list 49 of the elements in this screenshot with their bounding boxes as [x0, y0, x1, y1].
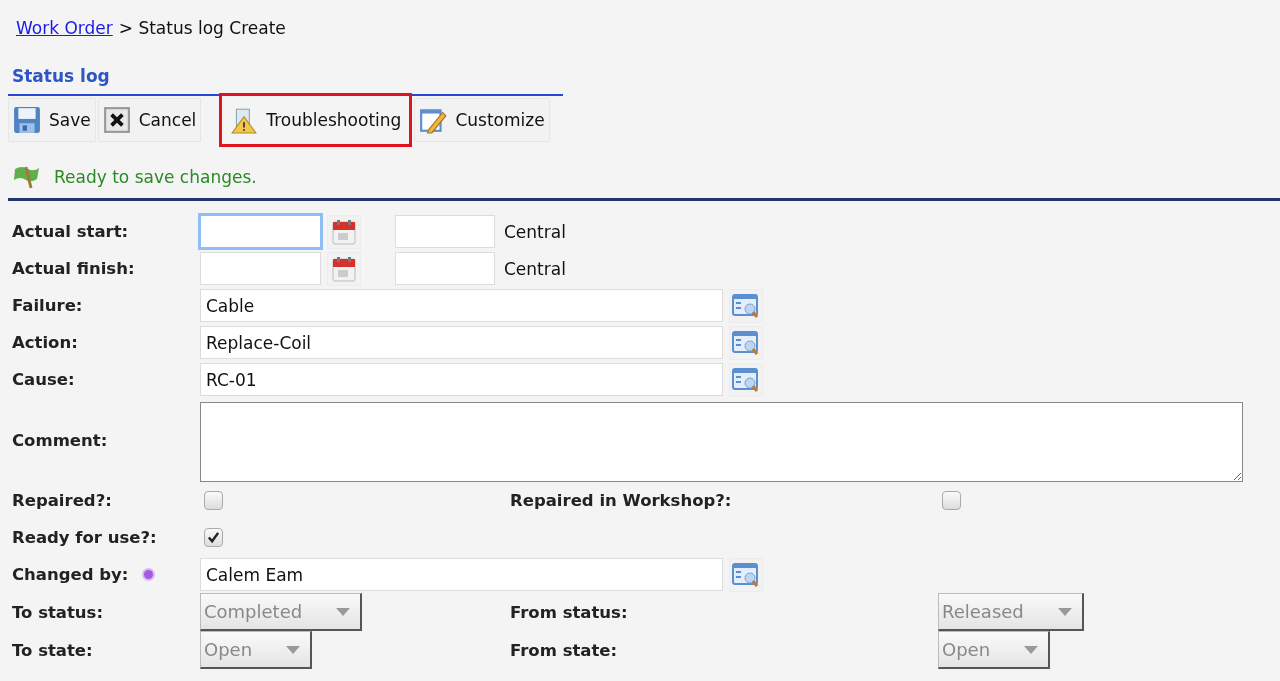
field-label: From state:: [510, 640, 618, 660]
document-warning-icon: [230, 106, 259, 134]
field-label: Repaired?:: [12, 491, 112, 510]
section-title: Status log: [11, 65, 111, 88]
lookup-icon[interactable]: [729, 325, 763, 360]
field-label: Failure:: [12, 296, 83, 315]
field-label: Actual finish:: [12, 259, 135, 278]
status-message: Ready to save changes.: [54, 167, 257, 187]
lookup-icon[interactable]: [729, 557, 763, 592]
input-field[interactable]: Calem Eam: [200, 558, 723, 591]
flag-icon: [12, 164, 40, 190]
input-field[interactable]: RC-01: [200, 363, 723, 396]
caret-icon: [1024, 645, 1039, 654]
time-field[interactable]: [395, 252, 495, 285]
caret-icon: [336, 607, 351, 616]
breadcrumb-link[interactable]: Work Order: [16, 18, 113, 46]
caret-icon: [1057, 607, 1072, 616]
close-icon: [102, 106, 131, 134]
toolbar-button[interactable]: Customize: [414, 98, 550, 142]
field-label: Comment:: [12, 430, 108, 450]
calendar-icon[interactable]: [327, 251, 361, 286]
breadcrumb-current: > Status log Create: [118, 18, 286, 40]
calendar-icon[interactable]: [327, 214, 361, 249]
field-label: From status:: [510, 602, 628, 622]
field-label: To state:: [12, 640, 93, 660]
field-label: Cause:: [12, 370, 75, 389]
form-pencil-icon: [419, 106, 448, 134]
field-label: Changed by:: [12, 565, 129, 584]
checkbox[interactable]: [942, 491, 961, 510]
toolbar-button[interactable]: Save: [8, 98, 96, 142]
timezone-label: Central: [504, 258, 566, 279]
date-field[interactable]: [200, 215, 321, 248]
checkbox[interactable]: [204, 528, 223, 547]
time-field[interactable]: [395, 215, 495, 248]
caret-icon: [286, 645, 301, 654]
field-label: To status:: [12, 602, 104, 622]
field-label: Repaired in Workshop?:: [510, 491, 732, 510]
input-field[interactable]: Replace-Coil: [200, 326, 723, 359]
toolbar-button[interactable]: Cancel: [97, 98, 202, 142]
comment-field[interactable]: [200, 402, 1243, 482]
timezone-label: Central: [504, 221, 566, 242]
field-label: Actual start:: [12, 222, 129, 241]
input-field[interactable]: Cable: [200, 289, 723, 322]
lookup-icon[interactable]: [729, 288, 763, 323]
field-label: Action:: [12, 333, 78, 352]
lookup-icon[interactable]: [729, 362, 763, 397]
toolbar-button[interactable]: Troubleshooting: [219, 93, 413, 147]
field-label: Ready for use?:: [12, 528, 157, 547]
checkbox[interactable]: [204, 491, 223, 510]
